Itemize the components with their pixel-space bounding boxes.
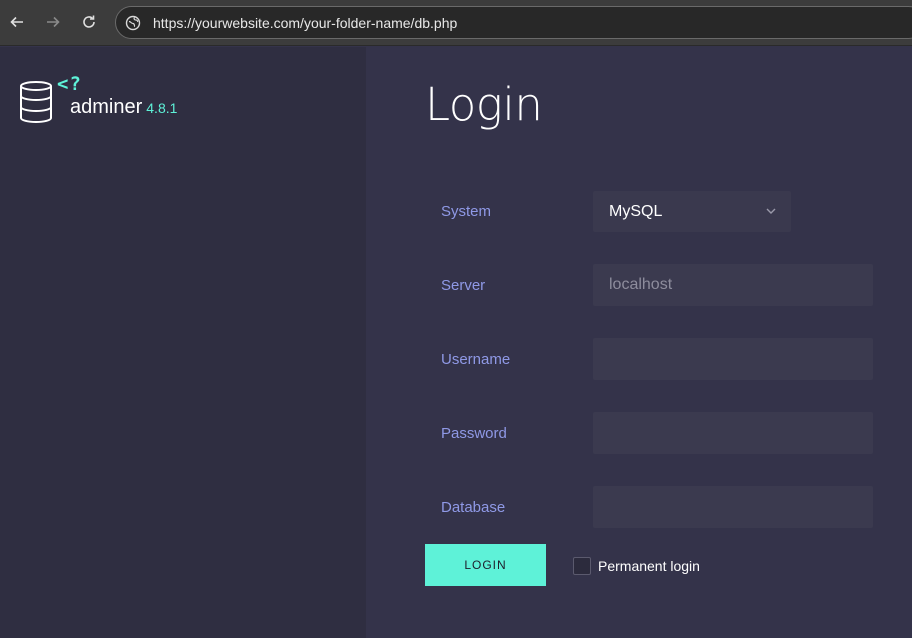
system-select[interactable]: MySQL: [593, 191, 791, 232]
username-input[interactable]: [593, 338, 873, 380]
chevron-down-icon: [766, 208, 776, 214]
permanent-login-checkbox[interactable]: [573, 557, 591, 575]
password-label: Password: [441, 425, 507, 442]
database-label: Database: [441, 499, 506, 516]
forward-button[interactable]: [42, 11, 64, 33]
site-info-icon[interactable]: [125, 15, 141, 31]
app-name-text: adminer: [70, 96, 143, 118]
database-logo-icon: [20, 81, 52, 124]
password-input[interactable]: [593, 412, 873, 454]
logo-tag: <?: [57, 73, 82, 95]
server-input[interactable]: [593, 264, 873, 306]
username-label: Username: [441, 351, 511, 368]
system-select-value: MySQL: [609, 203, 663, 220]
permanent-login-label[interactable]: Permanent login: [598, 558, 700, 574]
reload-icon: [83, 15, 95, 28]
app-version: 4.8.1: [146, 100, 178, 116]
server-label: Server: [441, 277, 486, 294]
app-name[interactable]: adminer 4.8.1: [70, 96, 177, 119]
page-title: Login: [425, 78, 543, 131]
arrow-right-icon: [47, 16, 60, 28]
back-button[interactable]: [6, 11, 28, 33]
address-url: https://yourwebsite.com/your-folder-name…: [153, 15, 458, 31]
browser-toolbar: https://yourwebsite.com/your-folder-name…: [0, 0, 912, 46]
login-button[interactable]: LOGIN: [425, 544, 546, 586]
reload-button[interactable]: [78, 11, 100, 33]
address-bar[interactable]: https://yourwebsite.com/your-folder-name…: [115, 6, 912, 39]
arrow-left-icon: [10, 16, 23, 28]
system-label: System: [441, 203, 492, 220]
sidebar: [0, 47, 366, 638]
database-input[interactable]: [593, 486, 873, 528]
